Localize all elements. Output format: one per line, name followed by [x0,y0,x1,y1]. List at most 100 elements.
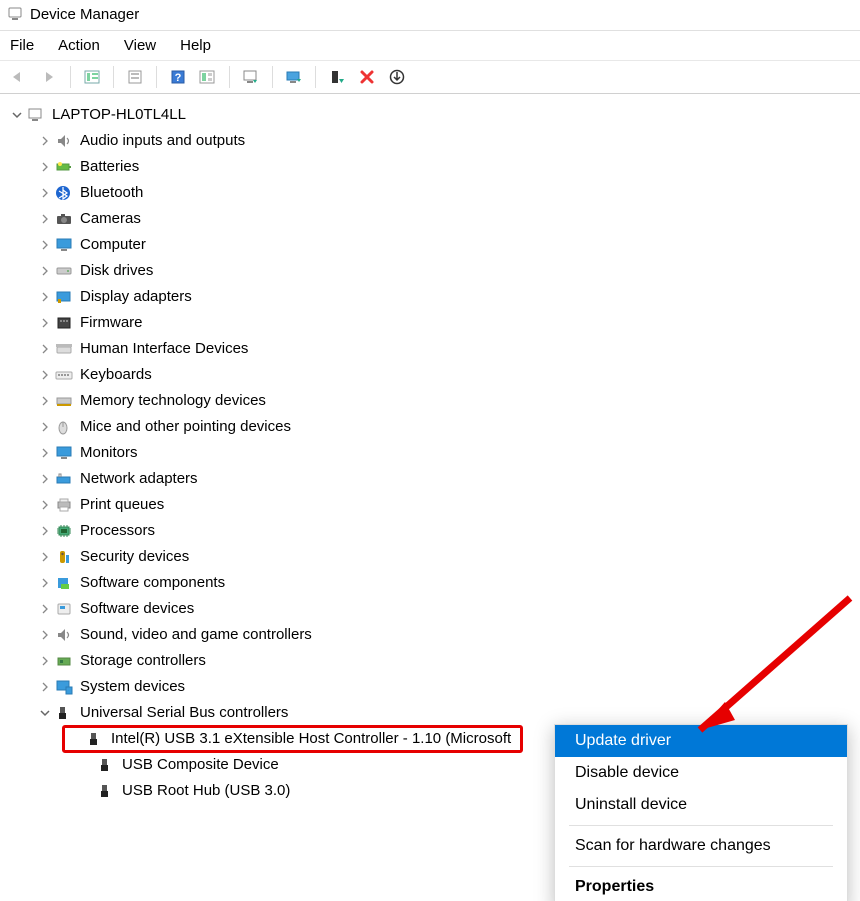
help-button[interactable]: ? [165,65,191,89]
tree-category[interactable]: Network adapters [10,466,856,492]
tree-category[interactable]: Storage controllers [10,648,856,674]
expander-closed-icon[interactable] [38,472,52,486]
context-disable-device[interactable]: Disable device [555,757,847,789]
tree-category[interactable]: Print queues [10,492,856,518]
tree-root[interactable]: LAPTOP-HL0TL4LL [10,102,856,128]
device-manager-icon [6,5,24,23]
menu-action[interactable]: Action [58,37,100,54]
context-properties[interactable]: Properties [555,871,847,901]
tree-category-label: Software components [80,570,225,596]
expander-closed-icon[interactable] [38,186,52,200]
expander-closed-icon[interactable] [38,498,52,512]
action-button[interactable] [195,65,221,89]
tree-category-label: Cameras [80,206,141,232]
usb-icon [96,782,116,800]
tree-category[interactable]: System devices [10,674,856,700]
toolbar-separator [113,66,114,88]
tree-category[interactable]: Firmware [10,310,856,336]
expander-closed-icon[interactable] [38,680,52,694]
update-driver-button[interactable] [281,65,307,89]
context-separator [569,866,833,867]
disable-device-button[interactable] [324,65,350,89]
expander-closed-icon[interactable] [38,238,52,252]
tree-category[interactable]: Sound, video and game controllers [10,622,856,648]
expander-closed-icon[interactable] [38,602,52,616]
tree-category[interactable]: Security devices [10,544,856,570]
expander-closed-icon[interactable] [38,550,52,564]
system-device-icon [54,678,74,696]
tree-category[interactable]: Memory technology devices [10,388,856,414]
uninstall-device-button[interactable] [354,65,380,89]
camera-icon [54,210,74,228]
properties-button[interactable] [122,65,148,89]
expander-closed-icon[interactable] [38,212,52,226]
menu-view[interactable]: View [124,37,156,54]
tree-category[interactable]: Bluetooth [10,180,856,206]
context-scan-hardware[interactable]: Scan for hardware changes [555,830,847,862]
scan-hardware-button[interactable] [238,65,264,89]
tree-category[interactable]: Keyboards [10,362,856,388]
usb-icon [85,730,105,748]
toolbar-separator [315,66,316,88]
svg-text:?: ? [175,72,182,84]
enable-device-button[interactable] [384,65,410,89]
storage-controller-icon [54,652,74,670]
tree-category-label: Network adapters [80,466,198,492]
tree-category[interactable]: Monitors [10,440,856,466]
computer-icon [26,106,46,124]
expander-closed-icon[interactable] [38,316,52,330]
expander-closed-icon[interactable] [38,576,52,590]
tree-device-label: Intel(R) USB 3.1 eXtensible Host Control… [111,726,511,752]
expander-closed-icon[interactable] [38,264,52,278]
security-icon [54,548,74,566]
expander-closed-icon[interactable] [38,446,52,460]
context-update-driver[interactable]: Update driver [555,725,847,757]
tree-category[interactable]: Computer [10,232,856,258]
tree-category[interactable]: Software devices [10,596,856,622]
battery-icon [54,158,74,176]
tree-category[interactable]: Processors [10,518,856,544]
tree-device-label: USB Composite Device [122,752,279,778]
nav-back-button[interactable] [6,65,32,89]
menu-file[interactable]: File [10,37,34,54]
expander-closed-icon[interactable] [38,368,52,382]
tree-category[interactable]: Software components [10,570,856,596]
tree-category[interactable]: Human Interface Devices [10,336,856,362]
tree-category-label: Security devices [80,544,189,570]
tree-category[interactable]: Display adapters [10,284,856,310]
expander-closed-icon[interactable] [38,524,52,538]
expander-open-icon[interactable] [10,108,24,122]
expander-closed-icon[interactable] [38,654,52,668]
expander-closed-icon[interactable] [38,394,52,408]
tree-category-label: Audio inputs and outputs [80,128,245,154]
tree-category[interactable]: Batteries [10,154,856,180]
tree-category-label: Computer [80,232,146,258]
show-hide-tree-button[interactable] [79,65,105,89]
software-device-icon [54,600,74,618]
menu-help[interactable]: Help [180,37,211,54]
device-tree[interactable]: LAPTOP-HL0TL4LL Audio inputs and outputs… [0,94,860,804]
context-menu: Update driver Disable device Uninstall d… [554,724,848,901]
expander-closed-icon[interactable] [38,628,52,642]
expander-closed-icon[interactable] [38,342,52,356]
tree-category[interactable]: Mice and other pointing devices [10,414,856,440]
nav-forward-button[interactable] [36,65,62,89]
expander-closed-icon[interactable] [38,420,52,434]
desktop-icon [54,236,74,254]
context-uninstall-device[interactable]: Uninstall device [555,789,847,821]
tree-category-label: Human Interface Devices [80,336,248,362]
monitor-icon [54,444,74,462]
tree-category-label: Software devices [80,596,194,622]
disk-icon [54,262,74,280]
tree-category[interactable]: Cameras [10,206,856,232]
tree-category[interactable]: Audio inputs and outputs [10,128,856,154]
tree-category[interactable]: Disk drives [10,258,856,284]
firmware-icon [54,314,74,332]
tree-category-label: Bluetooth [80,180,143,206]
expander-closed-icon[interactable] [38,134,52,148]
expander-closed-icon[interactable] [38,160,52,174]
expander-open-icon[interactable] [38,706,52,720]
software-component-icon [54,574,74,592]
expander-closed-icon[interactable] [38,290,52,304]
tree-category-usb[interactable]: Universal Serial Bus controllers [10,700,856,726]
